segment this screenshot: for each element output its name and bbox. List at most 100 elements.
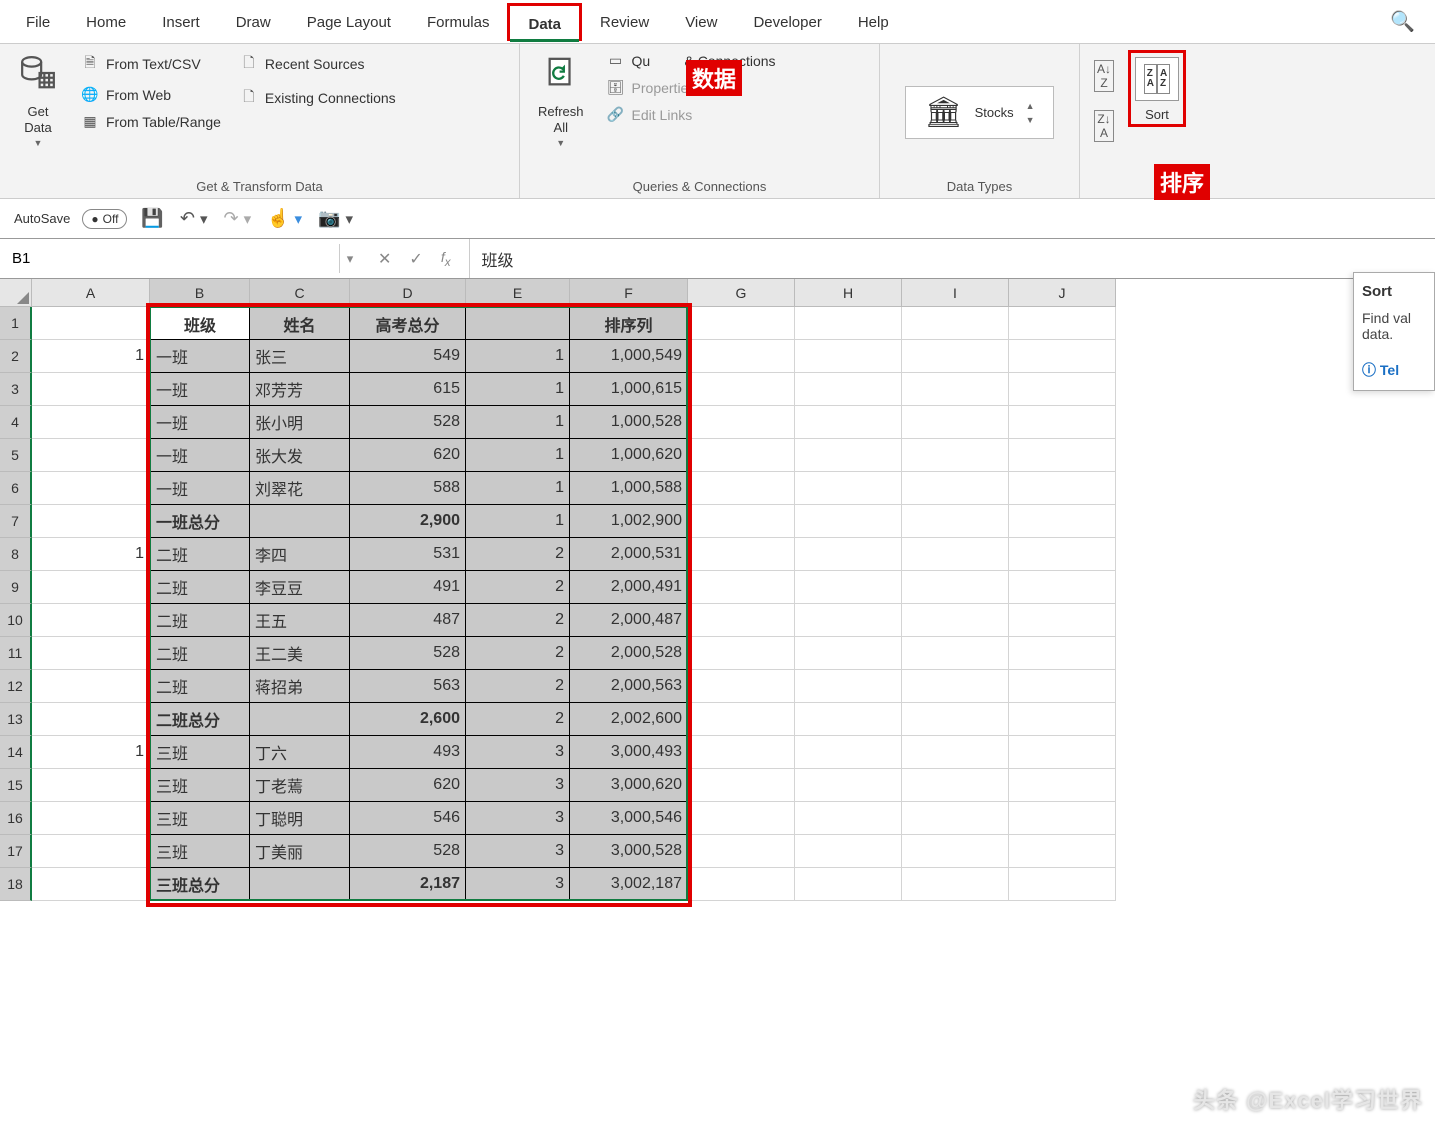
cell[interactable]: 刘翠花 [250,472,350,505]
cell[interactable] [1009,571,1116,604]
cell[interactable]: 3,000,493 [570,736,688,769]
col-header[interactable]: J [1009,279,1116,307]
cell[interactable] [688,373,795,406]
cell[interactable] [795,307,902,340]
row-header[interactable]: 12 [0,670,32,703]
sort-desc-button[interactable]: Z↓A [1090,108,1118,144]
cell[interactable]: 3 [466,769,570,802]
row-header[interactable]: 9 [0,571,32,604]
row-header[interactable]: 13 [0,703,32,736]
cell[interactable] [1009,538,1116,571]
cell[interactable]: 493 [350,736,466,769]
enter-icon[interactable]: ✓ [409,249,422,269]
cell[interactable]: 1,000,588 [570,472,688,505]
sort-button[interactable]: ZAAZ Sort [1128,50,1186,127]
cell[interactable]: 一班 [150,439,250,472]
cell[interactable]: 张三 [250,340,350,373]
save-button[interactable]: 💾 [139,208,165,229]
row-header[interactable]: 4 [0,406,32,439]
sort-asc-button[interactable]: A↓Z [1090,58,1118,94]
cell[interactable] [902,340,1009,373]
cell[interactable] [902,604,1009,637]
cell[interactable] [688,703,795,736]
row-header[interactable]: 7 [0,505,32,538]
select-all-corner[interactable] [0,279,32,307]
cell[interactable] [902,769,1009,802]
cell[interactable] [902,802,1009,835]
cell[interactable]: 3 [466,835,570,868]
tab-view[interactable]: View [667,4,735,39]
cell[interactable] [250,505,350,538]
cell[interactable]: 1 [466,406,570,439]
cell[interactable]: 丁六 [250,736,350,769]
name-box[interactable] [0,244,340,273]
cell[interactable] [795,472,902,505]
cell[interactable]: 491 [350,571,466,604]
cell[interactable] [1009,505,1116,538]
cell[interactable] [795,604,902,637]
col-header[interactable]: I [902,279,1009,307]
cell[interactable] [902,637,1009,670]
cell[interactable] [688,835,795,868]
cell[interactable] [1009,604,1116,637]
cell[interactable] [1009,637,1116,670]
col-header[interactable]: G [688,279,795,307]
cell[interactable] [32,670,150,703]
row-header[interactable]: 2 [0,340,32,373]
cell[interactable] [32,769,150,802]
cell[interactable]: 1,000,620 [570,439,688,472]
cell[interactable] [902,307,1009,340]
cell[interactable] [1009,472,1116,505]
get-data-button[interactable]: Get Data▼ [10,50,66,152]
cell[interactable]: 二班 [150,571,250,604]
row-header[interactable]: 15 [0,769,32,802]
cell[interactable] [795,637,902,670]
cell[interactable] [250,703,350,736]
cell[interactable]: 姓名 [250,307,350,340]
cell[interactable]: 588 [350,472,466,505]
cell[interactable]: 549 [350,340,466,373]
cell[interactable]: 1,002,900 [570,505,688,538]
row-header[interactable]: 1 [0,307,32,340]
existing-connections-button[interactable]: 🗋Existing Connections [235,84,400,112]
row-header[interactable]: 17 [0,835,32,868]
cell[interactable] [32,868,150,901]
cell[interactable]: 2,002,600 [570,703,688,736]
cell[interactable]: 蒋招弟 [250,670,350,703]
cell[interactable] [32,703,150,736]
cell[interactable] [795,868,902,901]
cell[interactable] [795,538,902,571]
cell[interactable]: 2 [466,670,570,703]
cell[interactable] [32,571,150,604]
cell[interactable]: 1,000,615 [570,373,688,406]
row-headers[interactable]: 123456789101112131415161718 [0,307,32,901]
cell[interactable]: 三班总分 [150,868,250,901]
fx-icon[interactable]: fx [441,249,451,269]
col-header[interactable]: E [466,279,570,307]
cell[interactable] [1009,802,1116,835]
cell[interactable]: 2 [466,538,570,571]
row-header[interactable]: 18 [0,868,32,901]
cell[interactable]: 张小明 [250,406,350,439]
col-header[interactable]: B [150,279,250,307]
cell[interactable] [688,868,795,901]
cell[interactable]: 1 [466,505,570,538]
camera-button[interactable]: 📷 ▾ [316,208,355,229]
cell[interactable] [795,439,902,472]
cell[interactable]: 王二美 [250,637,350,670]
cell[interactable] [795,571,902,604]
cell[interactable] [795,703,902,736]
cell[interactable]: 3 [466,802,570,835]
cell[interactable] [902,571,1009,604]
stocks-type-button[interactable]: 🏛 Stocks ▲▼ [905,86,1053,139]
row-header[interactable]: 11 [0,637,32,670]
cell[interactable] [688,439,795,472]
tab-developer[interactable]: Developer [735,4,839,39]
cell[interactable] [795,373,902,406]
cell[interactable]: 三班 [150,769,250,802]
cell[interactable]: 三班 [150,802,250,835]
cell[interactable]: 高考总分 [350,307,466,340]
cell[interactable]: 620 [350,769,466,802]
cell[interactable] [32,835,150,868]
row-header[interactable]: 10 [0,604,32,637]
